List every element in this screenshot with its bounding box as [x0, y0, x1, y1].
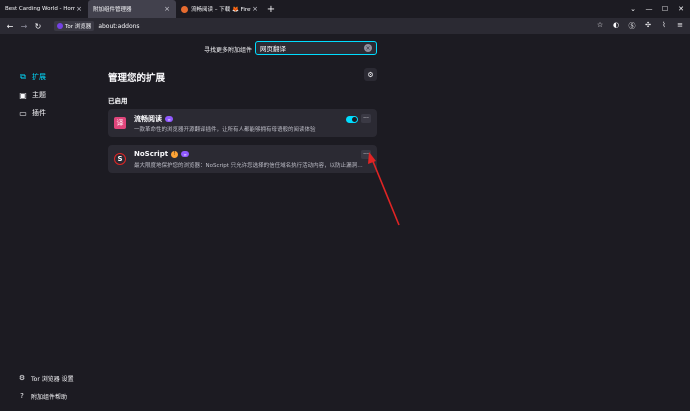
extensions-icon[interactable]: ✣ [642, 21, 654, 31]
tab-label: 流畅阅读 – 下载 🦊 Firefox 扩展 [191, 7, 251, 13]
url-text[interactable]: about:addons [98, 23, 139, 30]
tab-label: 附加组件管理器 [93, 7, 132, 13]
new-tab-button[interactable]: + [264, 0, 278, 18]
tor-icon [57, 23, 63, 29]
minimize-icon[interactable]: — [644, 5, 654, 13]
addons-page: 寻找更多附加组件 × ⧉ 扩展 ▣ 主题 ▭ 插件 ⚙ Tor 浏览器 设置 ?… [0, 34, 690, 411]
close-icon[interactable]: × [163, 5, 171, 13]
menu-icon[interactable]: ≡ [674, 21, 686, 31]
nav-bar: ← → ↻ Tor 浏览器 about:addons ☆ ◐ Ⓢ ✣ ⌇ ≡ [0, 18, 690, 34]
annotation-arrow-head [368, 152, 376, 164]
identity-label: Tor 浏览器 [65, 24, 92, 30]
identity-box[interactable]: Tor 浏览器 [54, 21, 95, 31]
annotation-arrow [368, 152, 400, 226]
reload-icon[interactable]: ↻ [32, 20, 44, 32]
tab-fluent-read[interactable]: 流畅阅读 – 下载 🦊 Firefox 扩展 × [176, 0, 264, 18]
broom-icon[interactable]: ⌇ [658, 21, 670, 31]
noscript-icon[interactable]: Ⓢ [626, 21, 638, 31]
tab-addons-manager[interactable]: 附加组件管理器 × [88, 0, 176, 18]
maximize-icon[interactable]: ☐ [660, 5, 670, 13]
annotation-arrow-line [371, 158, 400, 226]
close-icon[interactable]: × [251, 5, 259, 13]
shield-icon[interactable]: ◐ [610, 21, 622, 31]
firefox-icon [181, 5, 188, 13]
tab-label: Best Carding World - Home [5, 6, 75, 12]
back-icon[interactable]: ← [4, 20, 16, 32]
bookmark-star-icon[interactable]: ☆ [594, 21, 606, 31]
forward-icon[interactable]: → [18, 20, 30, 32]
list-all-tabs-icon[interactable]: ⌄ [628, 5, 638, 13]
tab-best-carding[interactable]: Best Carding World - Home × [0, 0, 88, 18]
close-window-icon[interactable]: ✕ [676, 5, 686, 13]
tab-bar: Best Carding World - Home × 附加组件管理器 × 流畅… [0, 0, 690, 18]
url-bar[interactable]: Tor 浏览器 about:addons [54, 20, 586, 32]
close-icon[interactable]: × [75, 5, 83, 13]
